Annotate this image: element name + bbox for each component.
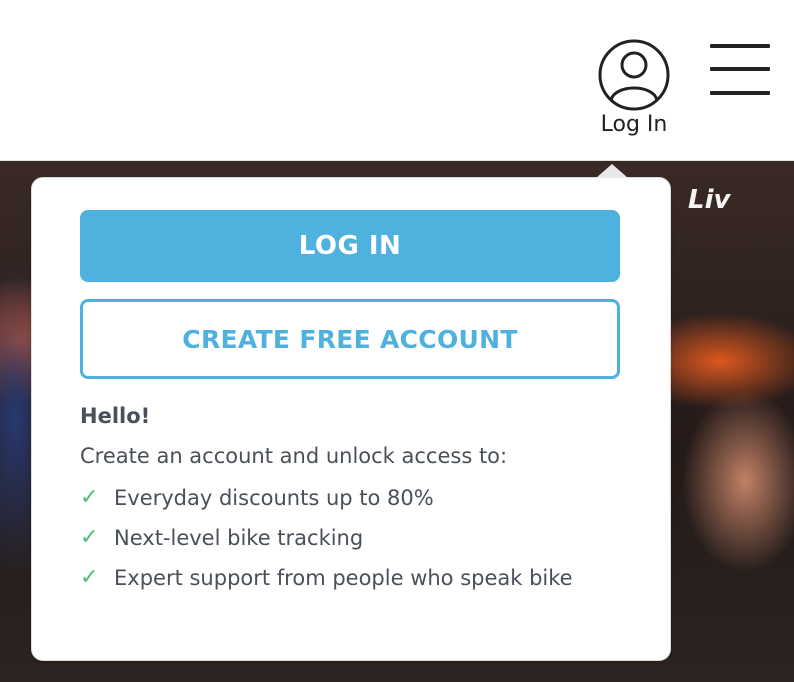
login-button[interactable]: LOG IN — [80, 210, 620, 282]
hamburger-menu-icon[interactable] — [706, 42, 774, 102]
menu-bar-middle — [710, 67, 770, 71]
benefit-item: ✓ Next-level bike tracking — [80, 522, 640, 554]
page: Log In Liv LOG IN CREATE FREE ACCOUNT He… — [0, 0, 794, 682]
header-login-link[interactable]: Log In — [588, 38, 680, 142]
site-header: Log In — [0, 0, 794, 161]
login-popover: LOG IN CREATE FREE ACCOUNT Hello! Create… — [31, 177, 671, 661]
create-account-button[interactable]: CREATE FREE ACCOUNT — [80, 299, 620, 379]
user-circle-icon — [598, 39, 670, 111]
menu-bar-bottom — [710, 91, 770, 95]
header-login-label: Log In — [600, 112, 668, 137]
benefits-list: ✓ Everyday discounts up to 80% ✓ Next-le… — [80, 482, 640, 602]
hero-brand-mark: Liv — [688, 185, 731, 215]
benefit-text: Next-level bike tracking — [114, 526, 364, 550]
benefit-item: ✓ Expert support from people who speak b… — [80, 562, 640, 594]
intro-text: Create an account and unlock access to: — [80, 444, 508, 468]
checkmark-icon: ✓ — [80, 485, 99, 510]
popover-arrow — [596, 164, 628, 178]
benefit-text: Expert support from people who speak bik… — [114, 566, 573, 590]
menu-bar-top — [710, 44, 770, 48]
benefit-text: Everyday discounts up to 80% — [114, 486, 434, 510]
greeting-text: Hello! — [80, 404, 151, 428]
benefit-item: ✓ Everyday discounts up to 80% — [80, 482, 640, 514]
checkmark-icon: ✓ — [80, 565, 99, 590]
checkmark-icon: ✓ — [80, 525, 99, 550]
